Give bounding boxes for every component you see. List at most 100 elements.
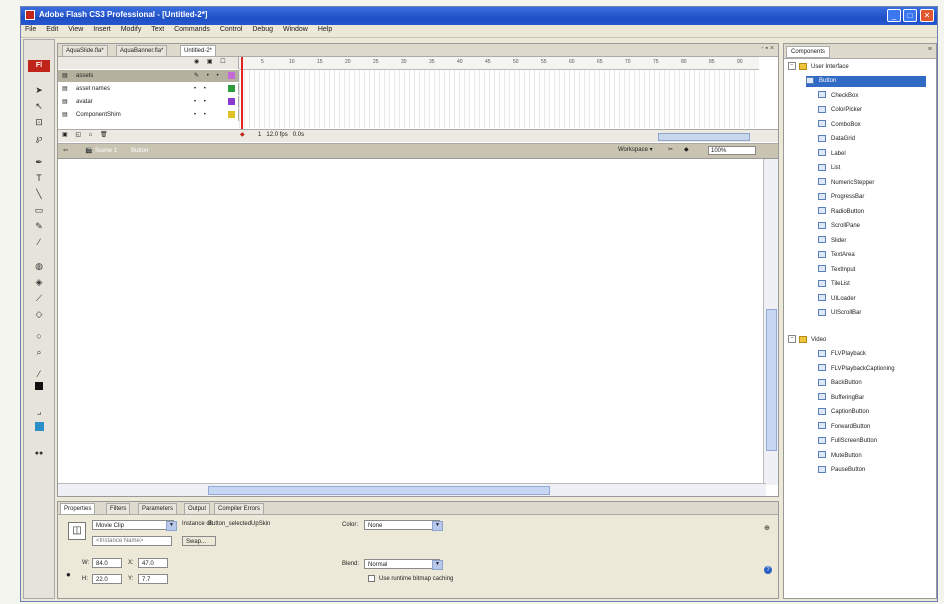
tab-components[interactable]: Components — [786, 46, 831, 58]
tab-parameters[interactable]: Parameters — [138, 503, 178, 514]
menu-help[interactable]: Help — [314, 25, 336, 34]
component-item[interactable]: ScrollPane — [818, 221, 860, 232]
x-field[interactable]: 47.0 — [138, 558, 168, 568]
component-item[interactable]: ComboBox — [818, 120, 861, 131]
menu-debug[interactable]: Debug — [248, 25, 277, 34]
layer-toggles[interactable]: • • — [194, 109, 209, 121]
bitmap-caching-checkbox[interactable] — [368, 575, 375, 582]
tab-properties[interactable]: Properties — [60, 503, 96, 514]
component-item[interactable]: TextInput — [818, 265, 855, 276]
color-swap-icon[interactable] — [35, 422, 44, 431]
lock-icon[interactable]: ● — [66, 570, 71, 579]
component-item[interactable]: CheckBox — [818, 91, 858, 102]
menu-window[interactable]: Window — [279, 25, 312, 34]
layer-row[interactable]: ▤ asset names • • — [58, 83, 239, 95]
layer-row[interactable]: ▤ assets ✎ • • — [58, 70, 239, 82]
stroke-color-icon[interactable]: ⁄ — [33, 368, 45, 380]
maximize-button[interactable]: □ — [903, 9, 917, 22]
scroll-thumb[interactable] — [766, 309, 777, 451]
free-transform-tool-icon[interactable]: ⊡ — [33, 116, 45, 128]
height-field[interactable]: 22.0 — [92, 574, 122, 584]
menu-view[interactable]: View — [64, 25, 87, 34]
menu-text[interactable]: Text — [147, 25, 168, 34]
fill-color-swatch[interactable] — [35, 382, 43, 390]
doc-tab-aquaslide[interactable]: AquaSlide.fla* — [62, 45, 108, 56]
color-select[interactable]: None — [364, 520, 440, 530]
timeline-scrollbar[interactable] — [658, 133, 750, 141]
group-video[interactable]: − Video — [788, 335, 826, 346]
layer-controls-icons[interactable]: ▣ ◱ ⌂ 🗑 — [62, 131, 111, 138]
component-item[interactable]: BufferingBar — [818, 393, 864, 404]
zoom-select[interactable]: 100% — [708, 146, 756, 155]
collapse-icon[interactable]: − — [788, 335, 796, 344]
menu-modify[interactable]: Modify — [117, 25, 146, 34]
component-item[interactable]: DataGrid — [818, 134, 855, 145]
eyedropper-tool-icon[interactable]: ⟋ — [33, 292, 45, 304]
component-item[interactable]: PauseButton — [818, 465, 865, 476]
stage-vertical-scrollbar[interactable] — [763, 159, 778, 485]
component-item[interactable]: MuteButton — [818, 451, 862, 462]
center-frame-icon[interactable]: ◆ — [240, 131, 245, 138]
chevron-down-icon[interactable]: ▼ — [166, 521, 177, 531]
component-item[interactable]: ProgressBar — [818, 192, 864, 203]
stage-horizontal-scrollbar[interactable] — [58, 483, 766, 496]
chevron-down-icon[interactable]: ▼ — [432, 560, 443, 570]
layer-header-icons[interactable]: ◉ ▣ ☐ — [194, 58, 229, 65]
line-tool-icon[interactable]: ╲ — [33, 188, 45, 200]
component-item[interactable]: BackButton — [818, 378, 862, 389]
edit-scene-icon[interactable]: ✂ — [668, 146, 673, 153]
component-item[interactable]: ColorPicker — [818, 105, 862, 116]
menu-insert[interactable]: Insert — [89, 25, 115, 34]
component-item[interactable]: CaptionButton — [818, 407, 869, 418]
workspace-menu[interactable]: Workspace ▾ — [618, 146, 653, 153]
symbol-type-select[interactable]: Movie Clip — [92, 520, 174, 530]
component-item[interactable]: RadioButton — [818, 207, 864, 218]
component-item[interactable]: UILoader — [818, 294, 856, 305]
menu-commands[interactable]: Commands — [170, 25, 214, 34]
chevron-down-icon[interactable]: ▼ — [432, 521, 443, 531]
menu-control[interactable]: Control — [216, 25, 247, 34]
y-field[interactable]: 7.7 — [138, 574, 168, 584]
timeline-ruler[interactable]: 5 10 15 20 25 30 35 40 45 50 55 60 65 70… — [239, 57, 759, 70]
swap-button[interactable]: Swap... — [182, 536, 216, 546]
stage-canvas[interactable] — [58, 159, 765, 485]
edit-symbols-icon[interactable]: ◆ — [684, 146, 689, 153]
component-item[interactable]: List — [818, 163, 840, 174]
component-item[interactable]: NumericStepper — [818, 178, 874, 189]
pen-tool-icon[interactable]: ✒ — [33, 156, 45, 168]
layer-toggles[interactable]: • • — [194, 96, 209, 108]
component-item[interactable]: TextArea — [818, 250, 855, 261]
layer-toggles[interactable]: • • — [194, 83, 209, 95]
tab-filters[interactable]: Filters — [106, 503, 131, 514]
group-user-interface[interactable]: − User Interface — [788, 62, 849, 73]
component-item[interactable]: ForwardButton — [818, 422, 870, 433]
scroll-thumb[interactable] — [208, 486, 550, 495]
layer-row[interactable]: ▤ ComponentShim • • — [58, 109, 239, 121]
menu-file[interactable]: File — [21, 25, 40, 34]
lasso-tool-icon[interactable]: ℘ — [33, 132, 45, 144]
panel-options-icon[interactable]: ≡ — [928, 46, 932, 53]
doc-tab-untitled[interactable]: Untitled-2* — [180, 45, 217, 56]
selection-tool-icon[interactable]: ➤ — [33, 84, 45, 96]
subselection-tool-icon[interactable]: ↖ — [33, 100, 45, 112]
menu-edit[interactable]: Edit — [42, 25, 62, 34]
pencil-tool-icon[interactable]: ✎ — [33, 220, 45, 232]
tab-compiler-errors[interactable]: Compiler Errors — [214, 503, 265, 514]
component-item[interactable]: TileList — [818, 279, 850, 290]
ink-bottle-tool-icon[interactable]: ◍ — [33, 260, 45, 272]
component-item[interactable]: FLVPlayback — [818, 349, 866, 360]
blend-select[interactable]: Normal — [364, 559, 440, 569]
options-icon[interactable]: ●● — [33, 448, 45, 460]
collapse-icon[interactable]: − — [788, 62, 796, 71]
paint-bucket-tool-icon[interactable]: ◈ — [33, 276, 45, 288]
close-button[interactable]: ✕ — [920, 9, 934, 22]
panel-side-icon[interactable]: ⊕ — [764, 524, 770, 532]
component-item[interactable]: FullScreenButton — [818, 436, 877, 447]
component-item[interactable]: Button — [806, 76, 926, 87]
breadcrumb-scene[interactable]: Scene 1 — [92, 146, 120, 156]
snap-icon[interactable]: ⟓ — [33, 406, 45, 418]
breadcrumb-symbol[interactable]: Button — [128, 146, 151, 156]
back-arrow-icon[interactable]: ⇦ — [60, 146, 71, 156]
eraser-tool-icon[interactable]: ◇ — [33, 308, 45, 320]
brush-tool-icon[interactable]: ⁄ — [33, 236, 45, 248]
